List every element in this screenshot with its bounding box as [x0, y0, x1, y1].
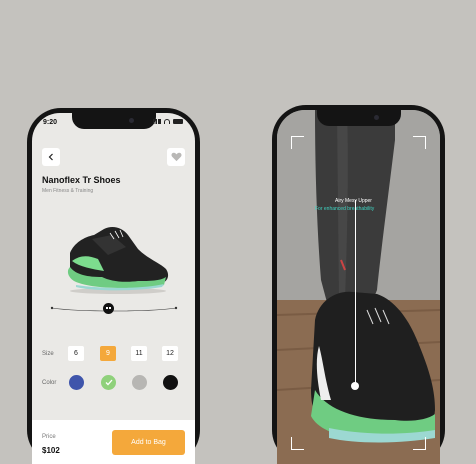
favorite-button[interactable] [167, 148, 185, 166]
ar-frame-corner-bottom-left [291, 437, 304, 450]
ar-hotspot-line [355, 200, 356, 386]
ar-frame-corner-top-right [413, 136, 426, 149]
notch [316, 110, 401, 126]
signal-icon [153, 119, 161, 124]
phone-ar-view: Airy Mesy Upper For enhanced breathabili… [272, 105, 445, 464]
ar-camera-feed [277, 110, 440, 464]
wifi-icon [164, 119, 170, 124]
size-option-12[interactable]: 12 [162, 346, 178, 361]
ar-screen: Airy Mesy Upper For enhanced breathabili… [277, 110, 440, 464]
product-subtitle: Men Fitness & Training [42, 188, 94, 194]
status-time: 9:20 [43, 119, 58, 126]
status-icons [153, 119, 183, 124]
heart-icon [170, 152, 182, 162]
color-swatch-green[interactable] [101, 375, 116, 390]
phone-product: 9:20 Nanoflex Tr Shoes Men Fitness & Tra… [27, 108, 200, 464]
checkout-bar: Price $102 Add to Bag [32, 420, 195, 464]
size-option-9[interactable]: 9 [100, 346, 116, 361]
color-swatch-gray[interactable] [132, 375, 147, 390]
shoe-image [67, 227, 169, 294]
product-title: Nanoflex Tr Shoes [42, 175, 121, 185]
ar-frame-corner-bottom-right [413, 437, 426, 450]
color-swatch-blue[interactable] [69, 375, 84, 390]
size-option-11[interactable]: 11 [131, 346, 147, 361]
ar-hotspot-subtitle: For enhanced breathability [315, 206, 375, 212]
product-screen: 9:20 Nanoflex Tr Shoes Men Fitness & Tra… [32, 113, 195, 464]
price-label: Price [42, 434, 56, 440]
ar-hotspot-dot[interactable] [351, 382, 359, 390]
color-swatch-black[interactable] [163, 375, 178, 390]
color-label: Color [42, 380, 57, 386]
ar-hotspot-title: Airy Mesy Upper [335, 198, 372, 204]
size-option-6[interactable]: 6 [68, 346, 84, 361]
rotate-slider-handle[interactable] [103, 303, 114, 314]
notch [71, 113, 156, 129]
chevron-left-icon [48, 153, 53, 161]
size-label: Size [42, 351, 54, 357]
battery-icon [173, 119, 183, 124]
rotate-slider-track [50, 306, 178, 312]
price-value: $102 [42, 446, 60, 455]
add-to-bag-button[interactable]: Add to Bag [112, 430, 185, 455]
back-button[interactable] [42, 148, 60, 166]
check-icon [105, 379, 112, 386]
ar-frame-corner-top-left [291, 136, 304, 149]
